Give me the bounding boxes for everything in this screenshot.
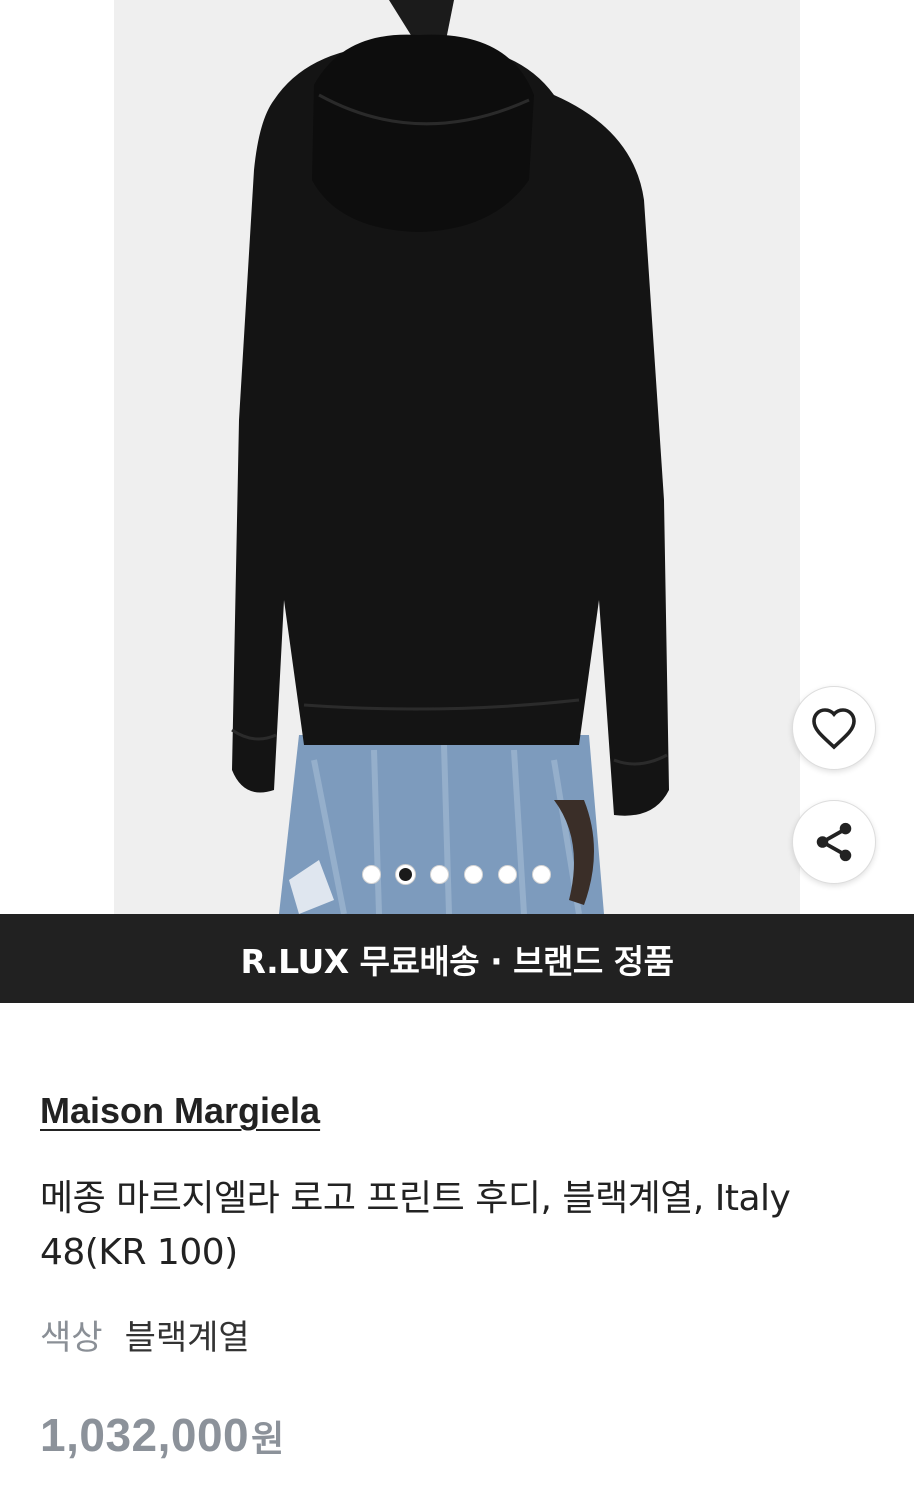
product-title: 메종 마르지엘라 로고 프린트 후디, 블랙계열, Italy 48(KR 10… [40,1178,791,1273]
color-row: 색상 블랙계열 [40,1310,250,1359]
slide-indicator[interactable] [362,865,552,885]
slide-dot[interactable] [430,865,449,884]
slide-dot[interactable] [498,865,517,884]
color-label: 색상 [40,1318,103,1358]
product-price: 1,032,000 원 [40,1408,284,1462]
color-value: 블랙계열 [124,1318,250,1358]
slide-dot[interactable] [532,865,551,884]
slide-dot[interactable] [464,865,483,884]
like-button[interactable] [792,686,876,770]
share-icon [816,822,852,862]
free-shipping-banner: R.LUX 무료배송 · 브랜드 정품 [0,914,914,1003]
slide-dot-active[interactable] [396,865,415,884]
share-button[interactable] [792,800,876,884]
price-currency-unit: 원 [251,1419,285,1460]
product-image-gallery[interactable] [0,0,914,914]
product-photo [114,0,800,914]
price-amount: 1,032,000 [40,1409,250,1461]
brand-link[interactable]: Maison Margiela [40,1090,320,1132]
slide-dot[interactable] [362,865,381,884]
heart-outline-icon [812,708,856,750]
banner-text: R.LUX 무료배송 · 브랜드 정품 [240,941,674,981]
